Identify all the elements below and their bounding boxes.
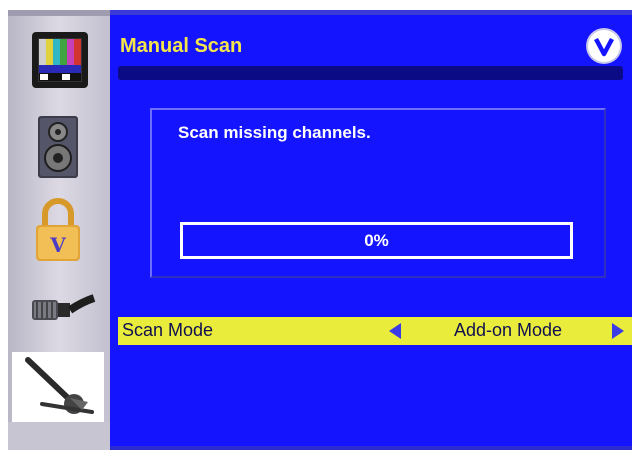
page-title: Manual Scan xyxy=(120,35,243,57)
svg-text:V: V xyxy=(49,233,66,257)
right-arrow-icon[interactable] xyxy=(612,323,624,339)
scan-mode-label: Scan Mode xyxy=(122,320,214,340)
scan-message: Scan missing channels. xyxy=(178,123,371,142)
sidebar-item-cable-input[interactable] xyxy=(12,272,104,352)
sidebar-item-audio[interactable] xyxy=(12,110,104,190)
sidebar-item-picture[interactable] xyxy=(12,24,104,104)
panel-bottom-edge xyxy=(110,446,632,450)
tv-menu-screen: V Manual Scan Scan missing channels. 0% … xyxy=(0,0,635,457)
vizio-v-logo-icon xyxy=(588,30,620,62)
progress-percent: 0% xyxy=(364,230,389,250)
title-divider xyxy=(118,66,623,80)
scan-mode-value: Add-on Mode xyxy=(454,320,563,340)
tv-picture-icon xyxy=(32,32,88,88)
sidebar-top-edge xyxy=(8,10,110,16)
coax-cable-icon xyxy=(32,294,96,320)
speaker-audio-icon xyxy=(38,116,78,178)
scan-progress-bar: 0% xyxy=(180,222,573,259)
panel-top-edge xyxy=(110,10,632,15)
left-arrow-icon[interactable] xyxy=(389,323,401,339)
wrench-setup-icon xyxy=(25,357,94,414)
padlock-parental-icon: V xyxy=(36,198,80,261)
sidebar-item-parental-lock[interactable]: V xyxy=(12,192,104,272)
sidebar-bottom-edge xyxy=(8,422,110,450)
sidebar-item-setup[interactable] xyxy=(12,352,104,422)
